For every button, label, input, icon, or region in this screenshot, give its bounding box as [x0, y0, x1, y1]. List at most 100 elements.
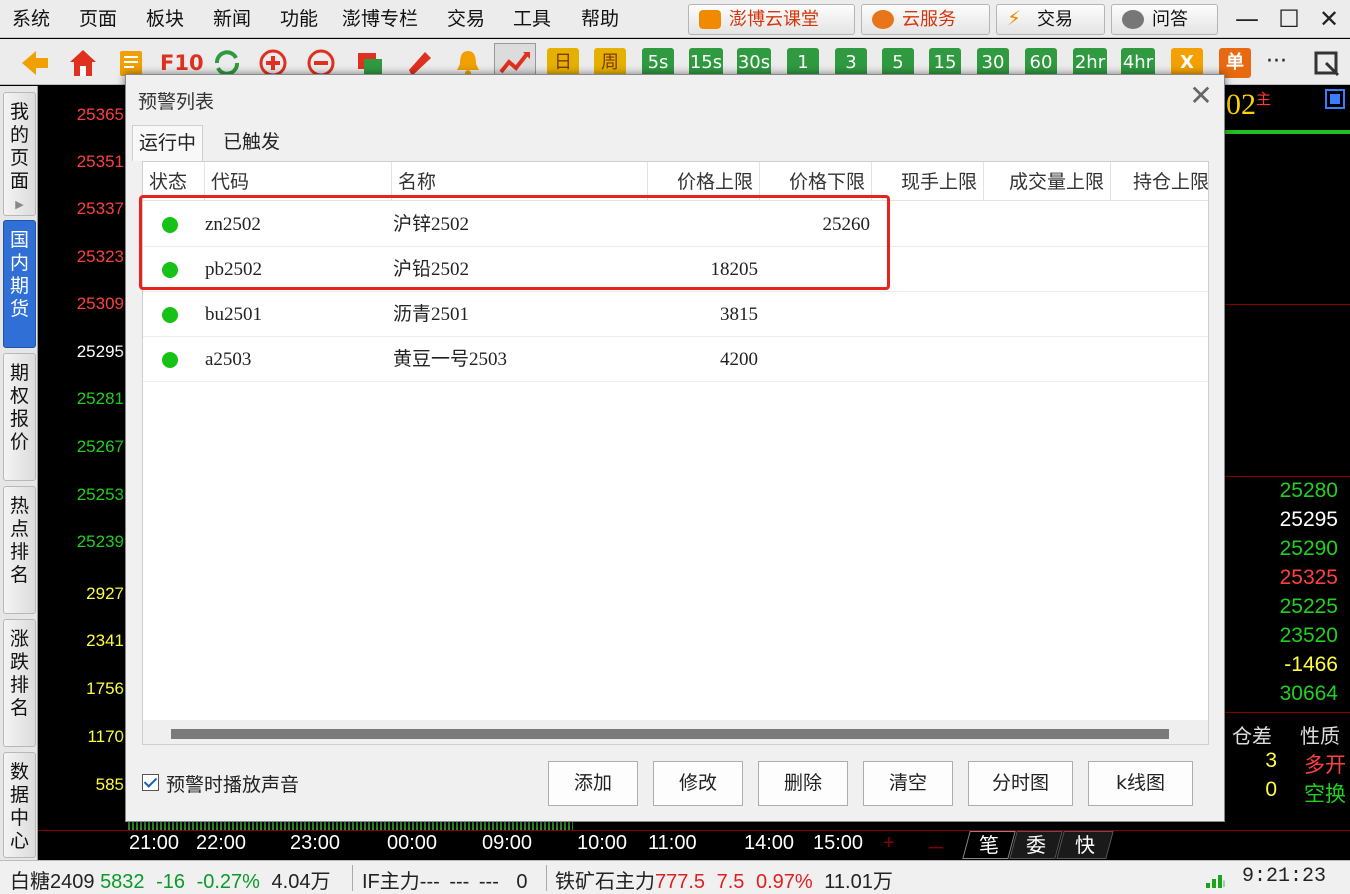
- ticker-price: ---: [419, 871, 440, 893]
- trade-button[interactable]: ⚡ 交易: [996, 4, 1105, 35]
- tab-orders[interactable]: 委: [1009, 831, 1063, 859]
- ticker-sugar[interactable]: 白糖2409 5832 -16 -0.27% 4.04万: [10, 865, 330, 894]
- alert-list-dialog: 预警列表 ✕ 运行中 已触发 状态 代码 名称 价格上限 价格下限 现手上限 成…: [125, 74, 1225, 822]
- col-volume-upper[interactable]: 成交量上限: [984, 162, 1111, 201]
- time-label: 14:00: [744, 832, 795, 854]
- more-icon[interactable]: ···: [1266, 48, 1296, 78]
- quote-value: 25325: [1279, 566, 1338, 589]
- quote-value: 25290: [1279, 537, 1338, 560]
- menu-page[interactable]: 页面: [79, 0, 117, 38]
- menu-function[interactable]: 功能: [280, 0, 318, 38]
- tab-running[interactable]: 运行中: [132, 125, 204, 161]
- cell-price-lower: [760, 337, 870, 382]
- ticker-volume: 0: [516, 871, 528, 893]
- qa-button[interactable]: 问答: [1111, 4, 1218, 35]
- axis-price-label: 25365: [76, 105, 124, 124]
- kline-chart-button[interactable]: k线图: [1088, 761, 1193, 806]
- sidetab-options[interactable]: 期权报价: [3, 353, 36, 481]
- volume-bars: [128, 822, 573, 830]
- menu-help[interactable]: 帮助: [581, 0, 619, 38]
- minimize-icon[interactable]: —: [1232, 4, 1262, 34]
- play-sound-checkbox[interactable]: [142, 774, 159, 791]
- ticker-change: 7.5: [716, 871, 745, 893]
- exit-icon[interactable]: [1312, 48, 1342, 78]
- contract-title-text: 02: [1226, 88, 1256, 121]
- time-label: 00:00: [387, 832, 438, 854]
- axis-price-label: 25351: [76, 152, 124, 171]
- back-arrow-icon[interactable]: [20, 48, 50, 78]
- edit-button[interactable]: 修改: [653, 761, 743, 806]
- tab-ticks[interactable]: 笔: [962, 831, 1016, 859]
- home-icon[interactable]: [68, 48, 98, 78]
- status-bar: 白糖2409 5832 -16 -0.27% 4.04万 IF主力--- ---…: [0, 860, 1350, 894]
- ticker-name: 铁矿石主力: [555, 871, 655, 893]
- sidetab-domestic-futures[interactable]: 国内期货: [3, 220, 36, 348]
- axis-price-label: 25337: [76, 199, 124, 218]
- time-label: 11:00: [648, 832, 697, 854]
- add-button[interactable]: 添加: [548, 761, 638, 806]
- tab-quick[interactable]: 快: [1056, 831, 1114, 859]
- axis-zoom-in-button[interactable]: +: [883, 832, 895, 855]
- quote-value: 23520: [1279, 624, 1338, 647]
- panel-divider: [1222, 130, 1350, 134]
- cloud-service-label: 云服务: [902, 9, 956, 30]
- cloud-class-button[interactable]: 澎博云课堂: [688, 4, 855, 35]
- table-row[interactable]: a2503 黄豆一号2503 4200: [143, 337, 1208, 382]
- oi-change-value: 0: [1265, 778, 1277, 801]
- cell-name: 沥青2501: [393, 304, 470, 325]
- nature-value: 空换: [1304, 783, 1346, 806]
- lightning-icon: ⚡: [1007, 6, 1022, 30]
- highlight-box: [139, 195, 890, 290]
- ticker-change: ---: [449, 871, 470, 893]
- cell-price-lower: [760, 292, 870, 337]
- clear-button[interactable]: 清空: [863, 761, 953, 806]
- clock: 9:21:23: [1242, 865, 1327, 888]
- menu-news[interactable]: 新闻: [213, 0, 251, 38]
- menu-sector[interactable]: 板块: [146, 0, 184, 38]
- cloud-service-button[interactable]: 云服务: [861, 4, 990, 35]
- close-window-icon[interactable]: ✕: [1314, 4, 1344, 34]
- ticker-price: 777.5: [655, 871, 706, 893]
- axis-price-label: 25323: [76, 247, 124, 266]
- ticker-iron-ore[interactable]: 铁矿石主力777.5 7.5 0.97% 11.01万: [555, 865, 893, 894]
- play-sound-label: 预警时播放声音: [166, 774, 300, 796]
- maximize-icon[interactable]: ☐: [1274, 4, 1304, 34]
- cell-code: a2503: [205, 349, 252, 370]
- sidetab-my-page[interactable]: 我的页面 ▶: [3, 92, 36, 216]
- cloud-class-icon: [699, 10, 721, 29]
- sidetab-hot-ranking-label: 热点排名: [9, 495, 29, 586]
- signal-icon: l: [1206, 871, 1228, 894]
- open-interest-change-header: 仓差: [1232, 724, 1272, 748]
- delete-button[interactable]: 删除: [758, 761, 848, 806]
- horizontal-scrollbar[interactable]: [143, 720, 1208, 744]
- axis-zoom-out-button[interactable]: －: [926, 832, 946, 861]
- scrollbar-thumb[interactable]: [171, 729, 1169, 739]
- cell-name: 黄豆一号2503: [393, 349, 508, 370]
- intraday-chart-button[interactable]: 分时图: [968, 761, 1073, 806]
- quote-value: 30664: [1279, 682, 1338, 705]
- quote-value: -1466: [1284, 653, 1338, 676]
- sidetab-data-center[interactable]: 数据中心: [3, 752, 36, 858]
- price-axis: 25365 25351 25337 25323 25309 25295 2528…: [38, 86, 128, 830]
- cloud-class-label: 澎博云课堂: [729, 9, 819, 30]
- menu-tools[interactable]: 工具: [513, 0, 551, 38]
- dialog-close-icon[interactable]: ✕: [1186, 81, 1216, 111]
- axis-volume-label: 585: [95, 775, 124, 794]
- menu-trade[interactable]: 交易: [447, 0, 485, 38]
- tab-triggered[interactable]: 已触发: [217, 125, 286, 161]
- col-position-upper[interactable]: 持仓上限: [1111, 162, 1208, 201]
- ticker-volume: 11.01万: [824, 871, 893, 893]
- panel-divider: [1222, 712, 1350, 713]
- sidetab-change-ranking[interactable]: 涨跌排名: [3, 619, 36, 747]
- ticker-if[interactable]: IF主力--- --- --- 0: [362, 865, 528, 894]
- panel-divider: [1222, 304, 1350, 305]
- sidetab-hot-ranking[interactable]: 热点排名: [3, 486, 36, 614]
- ticker-percent: 0.97%: [756, 871, 813, 893]
- menu-column[interactable]: 澎博专栏: [342, 0, 418, 38]
- cell-price-upper: 4200: [720, 349, 758, 370]
- menu-system[interactable]: 系统: [12, 0, 50, 38]
- table-row[interactable]: bu2501 沥青2501 3815: [143, 292, 1208, 337]
- quote-value: 25280: [1279, 479, 1338, 502]
- panel-toggle-icon[interactable]: [1325, 89, 1345, 109]
- trade-label: 交易: [1037, 9, 1073, 30]
